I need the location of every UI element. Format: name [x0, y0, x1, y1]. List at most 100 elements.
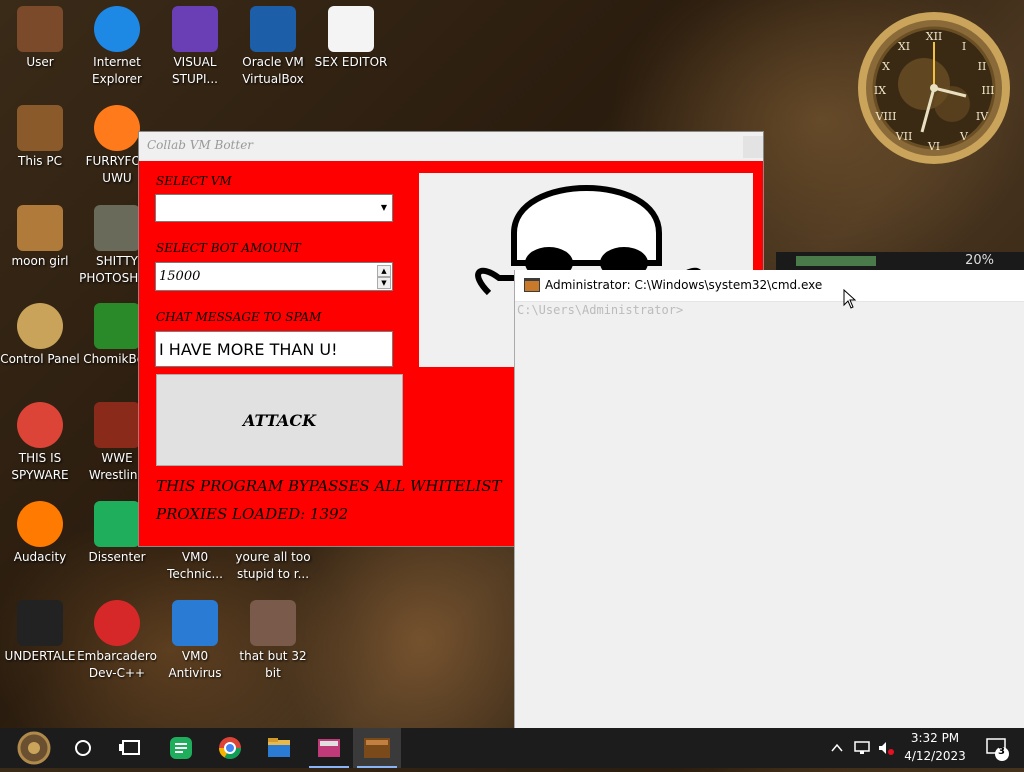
search-circle-icon [75, 740, 91, 756]
chat-message-input[interactable]: I HAVE MORE THAN U! [155, 331, 393, 367]
svg-text:V: V [959, 130, 969, 143]
proxies-loaded-text: PROXIES LOADED: 1392 [156, 505, 349, 523]
audacity-icon [17, 501, 63, 547]
task-view-icon [119, 740, 140, 755]
svg-text:II: II [978, 60, 987, 73]
virtualbox-icon [250, 6, 296, 52]
svg-text:X: X [882, 60, 890, 73]
notification-center-button[interactable]: 3 [978, 728, 1018, 768]
desktop-icon-label: Internet Explorer [92, 55, 142, 86]
firefox-icon [94, 105, 140, 151]
botter-title: Collab VM Botter [147, 138, 254, 152]
svg-text:VI: VI [927, 140, 940, 153]
desktop-icon[interactable]: moon girl [0, 205, 80, 270]
app-window-icon [318, 739, 340, 757]
hex-editor-icon [328, 6, 374, 52]
chevron-up-icon[interactable] [830, 741, 844, 755]
this-pc-icon [17, 105, 63, 151]
dissenter-icon [170, 737, 192, 759]
svg-text:XI: XI [898, 40, 910, 53]
notification-count: 3 [998, 746, 1005, 757]
bot-amount-stepper[interactable]: 15000 ▲ ▼ [155, 262, 393, 291]
taskbar-chrome[interactable] [206, 728, 254, 768]
desktop-icon[interactable]: Internet Explorer [77, 6, 157, 88]
stepper-down-button[interactable]: ▼ [377, 277, 391, 289]
search-button[interactable] [59, 728, 107, 768]
taskbar-dissenter[interactable] [157, 728, 205, 768]
user-folder-icon [17, 6, 63, 52]
visual-studio-icon [172, 6, 218, 52]
desktop-icon[interactable]: UNDERTALE [0, 600, 80, 665]
chrome-icon [219, 737, 241, 759]
botter-close-button[interactable] [743, 136, 763, 158]
stepper-up-button[interactable]: ▲ [377, 265, 391, 277]
desktop-icon-label: Dissenter [88, 550, 146, 564]
desktop-icon[interactable]: THIS IS SPYWARE [0, 402, 80, 484]
cmd-window[interactable]: Administrator: C:\Windows\system32\cmd.e… [514, 270, 1024, 728]
bypass-text: THIS PROGRAM BYPASSES ALL WHITELIST [156, 477, 502, 495]
start-button[interactable] [7, 728, 55, 768]
select-vm-label: SELECT VM [156, 174, 232, 188]
clock-date[interactable]: 4/12/2023 [902, 749, 968, 763]
speaker-muted-icon[interactable] [877, 739, 895, 757]
cmd-prompt[interactable]: C:\Users\Administrator> [517, 303, 683, 317]
desktop-icon[interactable]: This PC [0, 105, 80, 170]
svg-text:XII: XII [926, 30, 943, 43]
desktop-icon-label: SEX EDITOR [314, 55, 388, 69]
desktop-icon-label: User [26, 55, 54, 69]
taskbar-file-explorer[interactable] [255, 728, 303, 768]
mouse-cursor-icon [843, 289, 857, 309]
desktop-icon[interactable]: VM0 Antivirus [155, 600, 235, 682]
cmd-icon [524, 278, 540, 292]
select-vm-dropdown[interactable]: ▼ [155, 194, 393, 222]
desktop-icon[interactable]: VISUAL STUPI... [155, 6, 235, 88]
desktop-icon-label: Embarcadero Dev-C++ [77, 649, 157, 680]
clock-widget: XII I II III IV V VI VII VIII IX X XI [854, 4, 1014, 166]
unity-icon [17, 600, 63, 646]
control-panel-icon [17, 303, 63, 349]
bot-amount-label: SELECT BOT AMOUNT [156, 241, 301, 255]
desktop-icon-label: that but 32 bit [239, 649, 307, 680]
clock-time[interactable]: 3:32 PM [902, 731, 968, 745]
desktop-icon[interactable]: SEX EDITOR [311, 6, 391, 71]
desktop-icon-label: VISUAL STUPI... [172, 55, 218, 86]
chrome-icon [17, 402, 63, 448]
svg-text:IX: IX [874, 84, 886, 97]
botter-titlebar[interactable]: Collab VM Botter [139, 132, 763, 161]
svg-text:IV: IV [976, 110, 989, 123]
desktop-icon[interactable]: Control Panel [0, 303, 80, 368]
folder-icon [268, 738, 290, 757]
desktop-icon-label: UNDERTALE [4, 649, 76, 663]
cmd-titlebar[interactable]: Administrator: C:\Windows\system32\cmd.e… [515, 270, 1024, 302]
desktop-icon[interactable]: Embarcadero Dev-C++ [77, 600, 157, 682]
moon-girl-icon [17, 205, 63, 251]
desktop-icon-label: youre all too stupid to r... [235, 550, 311, 581]
task-view-button[interactable] [107, 728, 155, 768]
desktop-icon-label: moon girl [11, 254, 69, 268]
attack-button[interactable]: ATTACK [156, 374, 403, 466]
botter-app-icon [364, 738, 390, 758]
desktop-icon-label: Audacity [13, 550, 67, 564]
gimp-icon [94, 205, 140, 251]
meter-widget: 20% [776, 252, 1024, 270]
cmd-title: Administrator: C:\Windows\system32\cmd.e… [545, 278, 823, 292]
chevron-down-icon: ▼ [380, 203, 387, 212]
meter-percent: 20% [965, 253, 994, 268]
svg-text:VII: VII [895, 130, 913, 143]
chat-message-value: I HAVE MORE THAN U! [159, 340, 338, 359]
shield-icon [172, 600, 218, 646]
svg-text:I: I [962, 40, 966, 53]
network-icon[interactable] [853, 739, 871, 757]
steampunk-clock-icon: XIIIII IIIIVV VIVIIVIII IXXXI [858, 12, 1010, 164]
edge-icon [94, 6, 140, 52]
taskbar-botter[interactable] [353, 728, 401, 768]
desktop-icon[interactable]: Audacity [0, 501, 80, 566]
taskbar-app-pink[interactable] [305, 728, 353, 768]
desktop-icon[interactable]: Oracle VM VirtualBox [233, 6, 313, 88]
desktop-icon-label: VM0 Antivirus [168, 649, 222, 680]
chat-message-label: CHAT MESSAGE TO SPAM [156, 310, 322, 324]
desktop-icon[interactable]: that but 32 bit [233, 600, 313, 682]
chomikbox-icon [94, 303, 140, 349]
desktop-icon[interactable]: User [0, 6, 80, 71]
svg-text:III: III [981, 84, 994, 97]
